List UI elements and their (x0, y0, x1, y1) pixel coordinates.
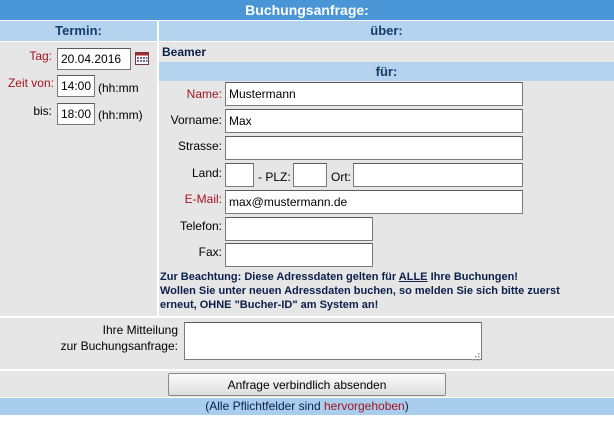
bis-hint: (hh:mm) (98, 108, 143, 122)
tag-input[interactable]: 20.04.2016 (57, 48, 131, 70)
vorname-label: Vorname: (170, 113, 222, 127)
resource-name: Beamer (162, 45, 207, 59)
footer-highlight: hervorgehoben (323, 399, 405, 413)
plz-input[interactable] (293, 163, 327, 187)
name-label: Name: (186, 87, 222, 101)
notice-line-2: Wollen Sie unter neuen Adressdaten buche… (160, 285, 560, 297)
notice-line-1: Zur Beachtung: Diese Adressdaten gelten … (160, 271, 518, 283)
plz-label: - PLZ: (258, 170, 291, 184)
ort-label: Ort: (331, 170, 351, 184)
address-notice: Zur Beachtung: Diese Adressdaten gelten … (160, 270, 612, 312)
alle-emphasis: ALLE (398, 271, 428, 283)
bis-label: bis: (33, 104, 52, 118)
notice-line-3: erneut, OHNE "Bucher-ID" am System an! (160, 299, 379, 311)
message-textarea[interactable] (184, 322, 482, 360)
required-fields-footer: (Alle Pflichtfelder sind hervorgehoben) (0, 398, 614, 415)
resize-handle-icon[interactable] (471, 350, 480, 361)
strasse-input[interactable] (225, 136, 523, 160)
strasse-label: Strasse: (177, 139, 222, 153)
page-title: Buchungsanfrage: (0, 0, 614, 20)
zeit-von-input[interactable]: 14:00 (57, 75, 95, 97)
fuer-header: für: (159, 62, 614, 81)
fax-label: Fax: (198, 245, 222, 259)
zeit-von-hint: (hh:mm (98, 81, 139, 95)
tag-label: Tag: (29, 49, 52, 63)
email-input[interactable]: max@mustermann.de (225, 190, 523, 214)
land-input[interactable] (225, 163, 254, 187)
telefon-label: Telefon: (179, 219, 222, 233)
calendar-icon[interactable] (135, 52, 149, 65)
land-label: Land: (191, 166, 222, 180)
bis-input[interactable]: 18:00 (57, 103, 95, 125)
zeit-von-label: Zeit von: (7, 76, 54, 90)
submit-button[interactable]: Anfrage verbindlich absenden (168, 373, 446, 396)
vorname-input[interactable]: Max (225, 109, 523, 133)
telefon-input[interactable] (225, 217, 373, 241)
fax-input[interactable] (225, 243, 373, 267)
ueber-header: über: (159, 21, 614, 41)
email-label: E-Mail: (184, 192, 222, 206)
termin-header: Termin: (0, 21, 157, 41)
name-input[interactable]: Mustermann (225, 82, 523, 106)
message-label: Ihre Mitteilung zur Buchungsanfrage: (60, 323, 178, 353)
ort-input[interactable] (353, 163, 523, 187)
